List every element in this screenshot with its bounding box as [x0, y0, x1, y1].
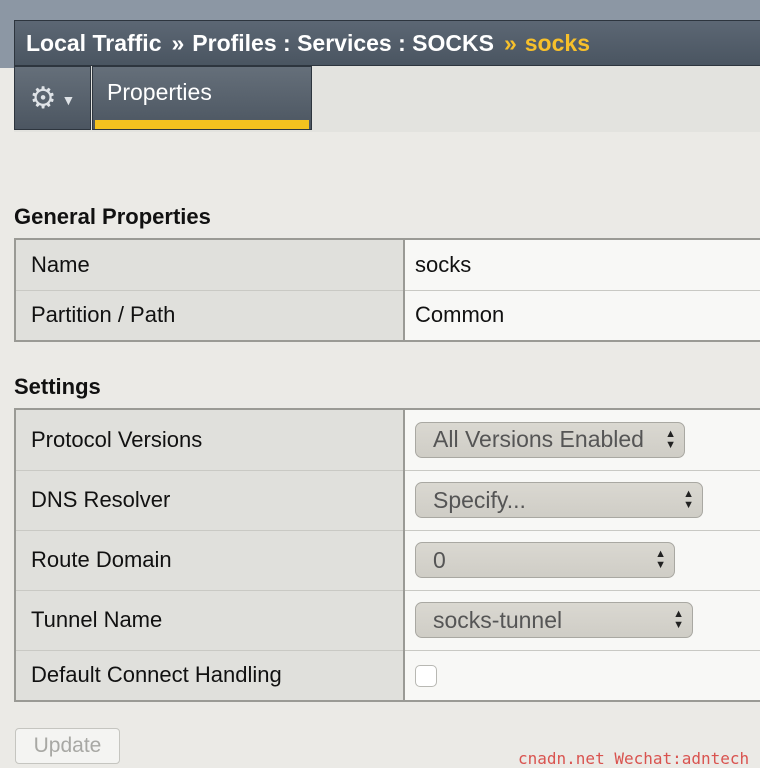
tunnel-name-select[interactable]: socks-tunnel ▲ ▼ — [415, 602, 693, 638]
dns-resolver-label: DNS Resolver — [14, 469, 405, 530]
update-button[interactable]: Update — [15, 728, 120, 764]
protocol-versions-value: All Versions Enabled — [433, 426, 644, 453]
breadcrumb-separator: » — [503, 29, 517, 56]
table-row: Route Domain 0 ▲ ▼ — [14, 529, 760, 590]
general-properties-table: Name socks Partition / Path Common — [14, 238, 760, 342]
name-value: socks — [404, 240, 760, 290]
gear-menu-button[interactable]: ⚙ ▼ — [14, 66, 91, 130]
select-arrows-icon: ▲ ▼ — [655, 548, 666, 571]
tab-properties[interactable]: Properties — [92, 66, 312, 130]
breadcrumb-profiles-services-socks[interactable]: Profiles : Services : SOCKS — [192, 30, 494, 57]
table-row: Default Connect Handling — [14, 649, 760, 700]
name-label: Name — [14, 240, 405, 290]
general-properties-heading: General Properties — [14, 204, 211, 229]
breadcrumb-current: socks — [524, 29, 590, 56]
select-arrows-icon: ▲ ▼ — [665, 427, 676, 451]
route-domain-select[interactable]: 0 ▲ ▼ — [415, 542, 675, 578]
tunnel-name-label: Tunnel Name — [14, 589, 405, 650]
breadcrumb: Local Traffic » Profiles : Services : SO… — [14, 20, 760, 66]
tab-properties-label: Properties — [107, 79, 212, 105]
dns-resolver-value: Specify... — [433, 486, 526, 513]
route-domain-label: Route Domain — [14, 529, 405, 590]
table-row: Protocol Versions All Versions Enabled ▲… — [14, 410, 760, 470]
table-row: Tunnel Name socks-tunnel ▲ ▼ — [14, 589, 760, 650]
protocol-versions-select[interactable]: All Versions Enabled ▲ ▼ — [415, 421, 685, 458]
chevron-down-icon: ▼ — [61, 92, 76, 108]
table-row: Partition / Path Common — [14, 289, 760, 340]
tab-bar: ⚙ ▼ Properties — [14, 66, 760, 132]
tunnel-name-value: socks-tunnel — [433, 606, 563, 633]
active-tab-indicator — [95, 120, 309, 129]
partition-path-label: Partition / Path — [14, 289, 405, 340]
watermark: cnadn.net Wechat:adntech — [518, 749, 750, 768]
default-connect-handling-label: Default Connect Handling — [14, 649, 405, 700]
breadcrumb-local-traffic[interactable]: Local Traffic — [26, 30, 161, 57]
route-domain-value: 0 — [433, 546, 446, 573]
settings-heading: Settings — [14, 374, 101, 399]
dns-resolver-select[interactable]: Specify... ▲ ▼ — [415, 482, 703, 518]
select-arrows-icon: ▲ ▼ — [683, 488, 694, 511]
select-arrows-icon: ▲ ▼ — [673, 608, 684, 631]
table-row: DNS Resolver Specify... ▲ ▼ — [14, 469, 760, 530]
partition-path-value: Common — [404, 289, 760, 340]
protocol-versions-label: Protocol Versions — [14, 410, 405, 470]
table-row: Name socks — [14, 240, 760, 290]
settings-table: Protocol Versions All Versions Enabled ▲… — [14, 408, 760, 702]
breadcrumb-separator: » — [171, 29, 184, 56]
default-connect-handling-checkbox[interactable] — [415, 665, 437, 688]
gear-icon: ⚙ — [29, 82, 57, 115]
